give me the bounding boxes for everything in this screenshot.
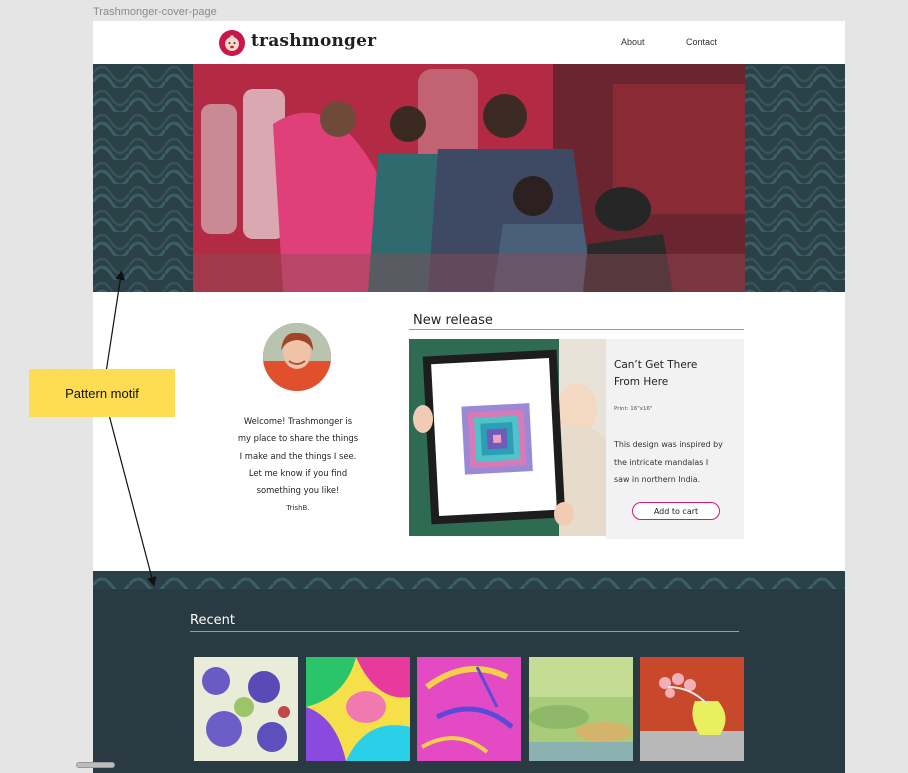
recent-divider	[190, 631, 739, 632]
intro-section: Welcome! Trashmonger is my place to shar…	[93, 292, 845, 571]
recent-section: Recent	[93, 571, 845, 773]
product-name-line: From Here	[614, 376, 669, 388]
hero-photo	[193, 64, 745, 292]
new-release-heading: New release	[413, 313, 493, 328]
welcome-line: Welcome! Trashmonger is	[243, 416, 353, 426]
hero-banner	[93, 64, 845, 292]
print-size: Print: 16"x16"	[614, 406, 653, 412]
nav-about-link[interactable]: About	[621, 37, 645, 47]
author-signature: TrishB.	[286, 504, 310, 512]
author-avatar	[263, 323, 331, 391]
add-to-cart-button[interactable]: Add to cart	[632, 502, 720, 520]
recent-artwork-colorful-blobs[interactable]	[306, 657, 410, 761]
baby-face-icon[interactable]	[219, 30, 245, 56]
description-line: the intricate mandalas I	[614, 457, 709, 467]
recent-heading: Recent	[190, 613, 235, 628]
product-description: This design was inspired by the intricat…	[614, 436, 740, 489]
product-name[interactable]: Can’t Get There From Here	[614, 357, 734, 391]
product-card: Can’t Get There From Here Print: 16"x16"…	[606, 339, 744, 539]
nav-contact-link[interactable]: Contact	[686, 37, 717, 47]
welcome-line: I make and the things I see.	[239, 450, 357, 461]
recent-artwork-magenta-strokes[interactable]	[417, 657, 521, 761]
description-line: This design was inspired by	[614, 440, 723, 449]
description-line: saw in northern India.	[614, 475, 701, 484]
welcome-line: Let me know if you find	[248, 467, 348, 478]
wave-pattern-strip	[93, 571, 845, 589]
product-name-line: Can’t Get There	[614, 359, 698, 371]
product-photo[interactable]	[409, 339, 606, 536]
new-release-divider	[409, 329, 744, 330]
frame-label: Trashmonger-cover-page	[93, 6, 217, 18]
cover-page: trashmonger About Contact Welcome! Trash…	[93, 21, 845, 773]
welcome-line: my place to share the things	[237, 433, 359, 444]
welcome-message: Welcome! Trashmonger is my place to shar…	[223, 413, 373, 499]
recent-artwork-dotted-circles[interactable]	[194, 657, 298, 761]
site-header: trashmonger About Contact	[93, 21, 845, 64]
recent-artwork-green-wash[interactable]	[529, 657, 633, 761]
logo-wordmark[interactable]: trashmonger	[251, 31, 376, 51]
welcome-line: something you like!	[256, 485, 340, 496]
recent-artwork-vase-flowers[interactable]	[640, 657, 744, 761]
annotation-sticky-note: Pattern motif	[29, 369, 175, 417]
horizontal-scrollbar[interactable]	[76, 762, 115, 768]
